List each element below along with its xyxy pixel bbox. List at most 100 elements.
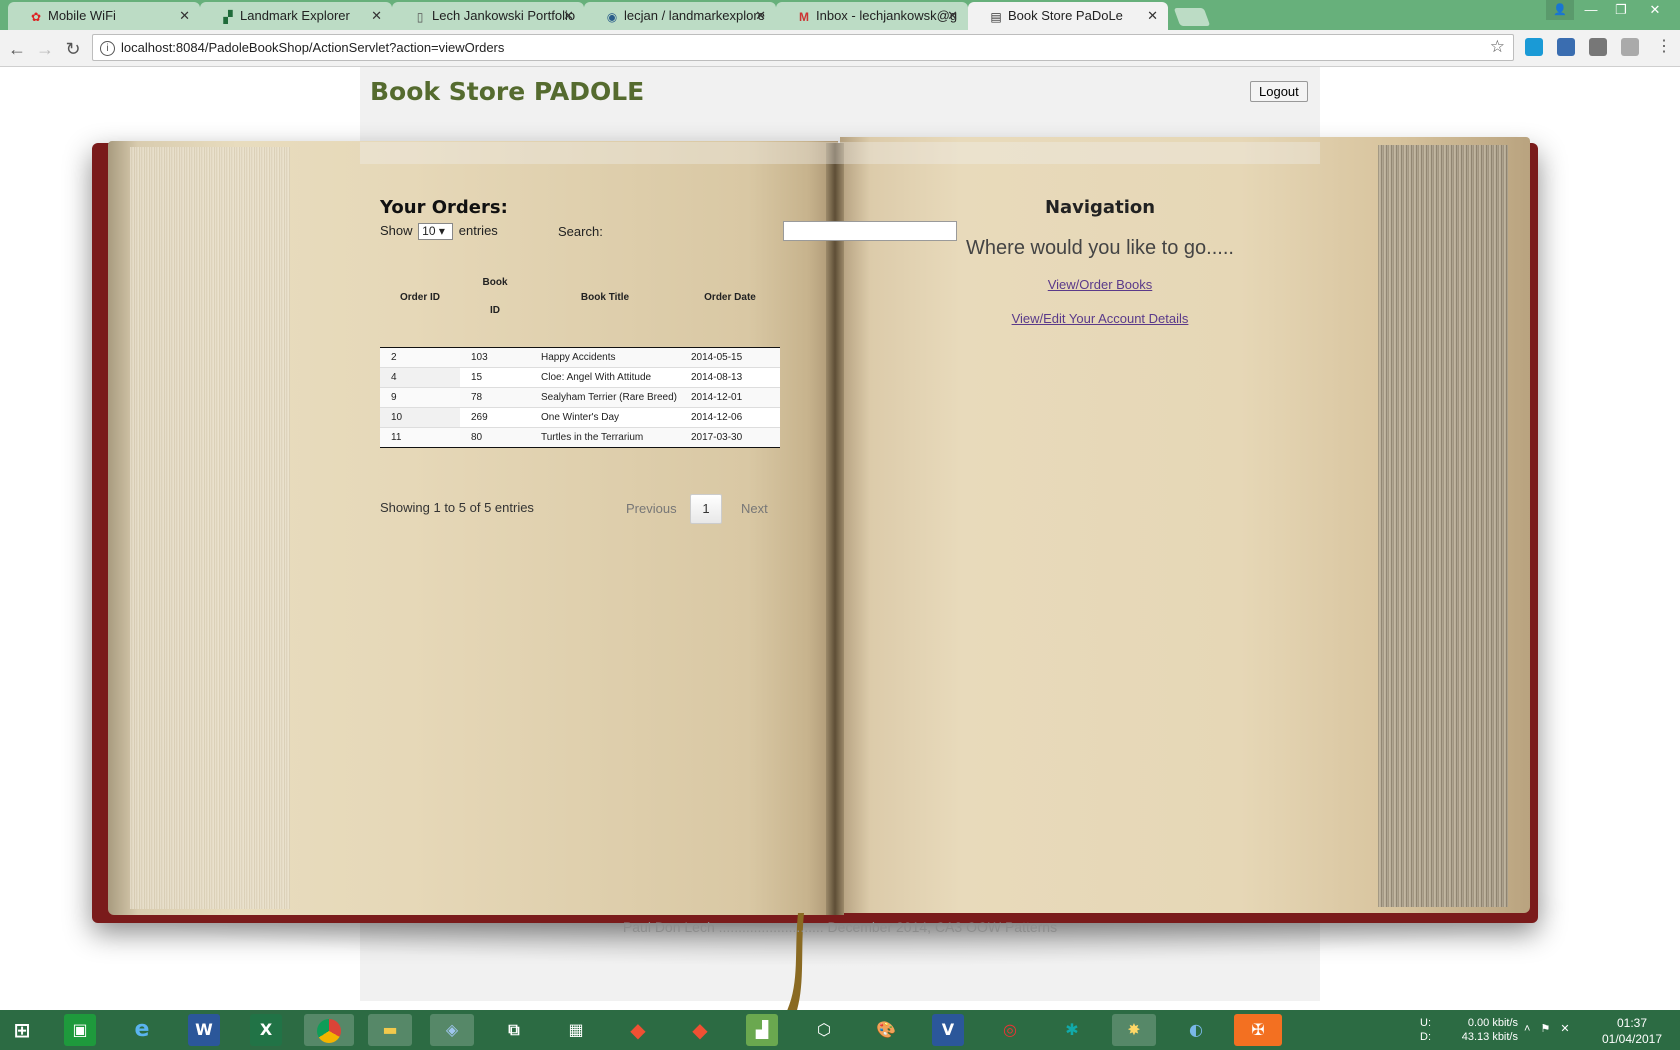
visio-app-icon[interactable]: V <box>932 1014 964 1046</box>
excel-app-icon[interactable]: X <box>250 1014 282 1046</box>
star-app-icon[interactable]: ✱ <box>1056 1014 1088 1046</box>
chevron-up-icon[interactable]: ˄ <box>1524 1023 1540 1035</box>
clock-date: 01/04/2017 <box>1601 1032 1663 1046</box>
table-row: 10 269 One Winter's Day 2014-12-06 <box>380 407 780 428</box>
search-control: Search: <box>558 221 957 241</box>
page-length-value: 10 <box>422 224 436 239</box>
book-id-header-line1: Book <box>482 277 508 288</box>
close-icon[interactable]: ✕ <box>371 8 382 24</box>
table-row: 11 80 Turtles in the Terrarium 2017-03-3… <box>380 427 780 448</box>
next-page-button[interactable]: Next <box>741 501 768 516</box>
repo-icon: ◉ <box>606 10 618 24</box>
back-arrow-icon[interactable]: ← <box>6 38 28 60</box>
entries-label: entries <box>458 223 498 238</box>
order-id-cell: 11 <box>380 427 460 448</box>
book-right-page-edges <box>1378 145 1508 907</box>
column-header-book-id[interactable]: Book ID <box>460 247 530 348</box>
page-1-button[interactable]: 1 <box>690 494 722 524</box>
tab-title: Mobile WiFi <box>48 8 116 23</box>
navigation-heading: Navigation <box>1044 197 1156 218</box>
new-tab-button[interactable] <box>1173 8 1211 26</box>
order-date-cell: 2017-03-30 <box>680 427 780 448</box>
browser-menu-icon[interactable]: ⋮ <box>1654 36 1674 56</box>
windows-start-icon[interactable]: ⊞ <box>6 1014 38 1046</box>
tab-repo[interactable]: ◉ lecjan / landmarkexplore ✕ <box>584 2 776 30</box>
window-close-icon[interactable]: ✕ <box>1640 0 1670 20</box>
order-date-cell: 2014-05-15 <box>680 347 780 368</box>
messenger-app-icon[interactable]: ◐ <box>1180 1014 1212 1046</box>
close-icon[interactable]: ✕ <box>563 8 574 24</box>
table-row: 4 15 Cloe: Angel With Attitude 2014-08-1… <box>380 367 780 388</box>
tab-mobile-wifi[interactable]: ✿ Mobile WiFi ✕ <box>8 2 200 30</box>
swirl-app-icon[interactable]: ◎ <box>994 1014 1026 1046</box>
xampp-app-icon[interactable]: ✠ <box>1234 1014 1282 1046</box>
orders-table: Order ID Book ID Book Title Order Date 2 … <box>380 247 780 448</box>
tab-title: Lech Jankowski Portfolio <box>432 8 576 23</box>
user-profile-icon[interactable]: 👤 <box>1546 0 1574 20</box>
book-title-cell: Sealyham Terrier (Rare Breed) <box>530 387 680 408</box>
order-id-cell: 2 <box>380 347 460 368</box>
table-row: 9 78 Sealyham Terrier (Rare Breed) 2014-… <box>380 387 780 408</box>
site-title: Book Store PADOLE <box>370 77 645 106</box>
reload-icon[interactable]: ↻ <box>62 38 84 60</box>
account-details-link[interactable]: View/Edit Your Account Details <box>920 311 1280 326</box>
git-gui-icon[interactable]: ◆ <box>684 1014 716 1046</box>
column-header-order-id[interactable]: Order ID <box>380 247 460 348</box>
paint-app-icon[interactable]: 🎨 <box>870 1014 902 1046</box>
book-id-cell: 103 <box>460 347 530 368</box>
view-order-books-link[interactable]: View/Order Books <box>920 277 1280 292</box>
network-app-icon[interactable]: ⧉ <box>498 1014 530 1046</box>
internet-explorer-icon[interactable]: e <box>126 1014 158 1046</box>
extension-icon[interactable] <box>1589 38 1607 56</box>
close-icon[interactable]: ✕ <box>179 8 190 24</box>
book-left-page-edges <box>130 147 290 909</box>
clock[interactable]: 01:37 01/04/2017 <box>1592 1015 1672 1047</box>
volume-muted-icon[interactable]: ✕ <box>1560 1023 1579 1035</box>
clock-time: 01:37 <box>1616 1016 1648 1030</box>
minimize-icon[interactable]: — <box>1576 0 1606 20</box>
file-explorer-icon[interactable]: ▬ <box>368 1014 412 1046</box>
chart-app-icon[interactable]: ▟ <box>746 1014 778 1046</box>
bookmark-star-icon[interactable]: ☆ <box>1490 37 1505 57</box>
download-label: D: <box>1420 1031 1431 1043</box>
chrome-app-icon[interactable] <box>304 1014 354 1046</box>
logout-button[interactable]: Logout <box>1250 81 1308 102</box>
tab-inbox[interactable]: M Inbox - lechjankowsk@g ✕ <box>776 2 968 30</box>
header-band <box>360 142 1320 164</box>
cube-extension-icon[interactable] <box>1557 38 1575 56</box>
close-icon[interactable]: ✕ <box>1147 8 1158 24</box>
calculator-icon[interactable]: ▦ <box>560 1014 592 1046</box>
skype-extension-icon[interactable] <box>1525 38 1543 56</box>
virtualbox-icon[interactable]: ◈ <box>430 1014 474 1046</box>
table-info-text: Showing 1 to 5 of 5 entries <box>380 500 534 515</box>
page-length-select[interactable]: 10 ▾ <box>418 223 454 241</box>
download-rate: 43.13 kbit/s <box>1461 1031 1518 1043</box>
tab-title: Inbox - lechjankowsk@g <box>816 8 958 23</box>
previous-page-button[interactable]: Previous <box>626 501 677 516</box>
close-icon[interactable]: ✕ <box>755 8 766 24</box>
column-header-book-title[interactable]: Book Title <box>530 247 680 348</box>
book-id-header-line2: ID <box>490 305 500 316</box>
forward-arrow-icon[interactable]: → <box>34 38 56 60</box>
tab-book-store[interactable]: ▤ Book Store PaDoLe ✕ <box>968 2 1168 30</box>
word-app-icon[interactable]: W <box>188 1014 220 1046</box>
tab-landmark-explorer[interactable]: ▞ Landmark Explorer ✕ <box>200 2 392 30</box>
store-app-icon[interactable]: ▣ <box>64 1014 96 1046</box>
order-id-cell: 10 <box>380 407 460 428</box>
restore-icon[interactable]: ❐ <box>1606 0 1636 20</box>
tab-title: Landmark Explorer <box>240 8 350 23</box>
flag-icon[interactable]: ⚑ <box>1540 1023 1560 1035</box>
tab-portfolio[interactable]: ▯ Lech Jankowski Portfolio ✕ <box>392 2 584 30</box>
cube-app-icon[interactable]: ⬡ <box>808 1014 840 1046</box>
info-icon[interactable]: i <box>100 41 115 56</box>
pdf-extension-icon[interactable] <box>1621 38 1639 56</box>
sticky-app-icon[interactable]: ✸ <box>1112 1014 1156 1046</box>
tab-title: Book Store PaDoLe <box>1008 8 1123 23</box>
system-tray[interactable]: ˄⚑✕ <box>1524 1022 1580 1035</box>
close-icon[interactable]: ✕ <box>947 8 958 24</box>
book-title-cell: Turtles in the Terrarium <box>530 427 680 448</box>
address-bar[interactable]: i localhost:8084/PadoleBookShop/ActionSe… <box>92 34 1514 61</box>
book-title-cell: One Winter's Day <box>530 407 680 428</box>
git-app-icon[interactable]: ◆ <box>622 1014 654 1046</box>
column-header-order-date[interactable]: Order Date <box>680 247 780 348</box>
